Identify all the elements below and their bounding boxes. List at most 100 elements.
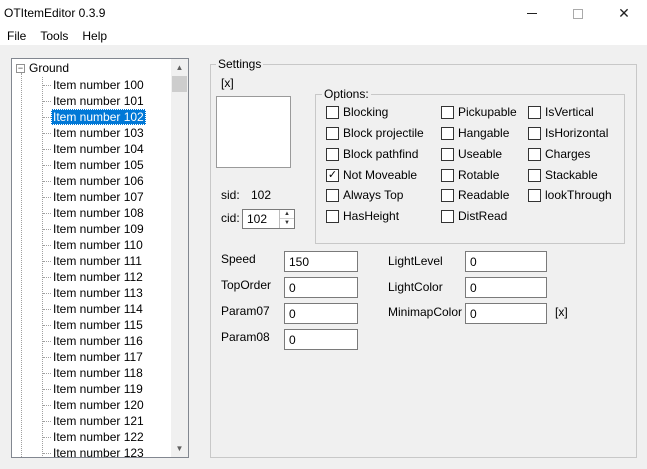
tree-node-ground[interactable]: − Ground [16, 61, 69, 75]
option-hangable[interactable]: Hangable [441, 126, 509, 140]
checkbox-rotable[interactable] [441, 168, 454, 182]
tree-item-label: Item number 100 [53, 78, 144, 92]
checkbox-isvertical[interactable] [528, 105, 541, 119]
toporder-input[interactable]: 0 [284, 277, 358, 298]
close-button[interactable]: ✕ [601, 0, 647, 27]
tree-guide-line [43, 309, 51, 310]
tree-item[interactable]: Item number 116 [12, 333, 172, 349]
param08-input[interactable]: 0 [284, 329, 358, 350]
tree-item[interactable]: Item number 123 [12, 445, 172, 458]
cid-stepper[interactable]: 102 ▲ ▼ [242, 209, 295, 229]
tree-item[interactable]: Item number 109 [12, 221, 172, 237]
checkbox-stackable[interactable] [528, 168, 541, 182]
option-pickupable[interactable]: Pickupable [441, 105, 517, 119]
option-readable[interactable]: Readable [441, 188, 509, 202]
tree-item-label: Item number 113 [53, 286, 143, 300]
checkbox-always-top[interactable] [326, 188, 339, 202]
lightcolor-label: LightColor [388, 280, 443, 294]
lightlevel-input[interactable]: 0 [465, 251, 547, 272]
tree-item[interactable]: Item number 105 [12, 157, 172, 173]
checkbox-readable[interactable] [441, 188, 454, 202]
item-tree[interactable]: − Ground Item number 100 Item number 101 I… [11, 58, 189, 458]
tree-item[interactable]: Item number 115 [12, 317, 172, 333]
tree-guide-line [43, 437, 51, 438]
option-lookthrough[interactable]: lookThrough [528, 188, 612, 202]
tree-item-label: Item number 123 [53, 446, 144, 458]
tree-guide-line [43, 389, 51, 390]
option-label: Hangable [458, 126, 510, 140]
tree-item[interactable]: Item number 111 [12, 253, 172, 269]
scroll-down-button[interactable]: ▼ [171, 440, 188, 457]
checkbox-lookthrough[interactable] [528, 188, 541, 202]
checkbox-blocking[interactable] [326, 105, 339, 119]
checkbox-distread[interactable] [441, 209, 454, 223]
tree-item-label: Item number 109 [53, 222, 144, 236]
tree-item[interactable]: Item number 113 [12, 285, 172, 301]
tree-item[interactable]: Item number 102 [12, 109, 172, 125]
option-not-moveable[interactable]: ✓ Not Moveable [326, 168, 417, 182]
param07-input[interactable]: 0 [284, 303, 358, 324]
tree-item[interactable]: Item number 112 [12, 269, 172, 285]
scroll-up-button[interactable]: ▲ [171, 59, 188, 76]
tree-item[interactable]: Item number 104 [12, 141, 172, 157]
tree-guide-line [43, 213, 51, 214]
minimapcolor-value: 0 [470, 307, 477, 321]
minimize-button[interactable] [509, 0, 555, 27]
tree-item-label: Item number 114 [53, 302, 143, 316]
tree-item[interactable]: Item number 121 [12, 413, 172, 429]
tree-item[interactable]: Item number 108 [12, 205, 172, 221]
tree-item[interactable]: Item number 120 [12, 397, 172, 413]
option-label: Not Moveable [343, 168, 418, 182]
tree-item[interactable]: Item number 100 [12, 77, 172, 93]
scroll-thumb[interactable] [172, 76, 187, 92]
tree-item[interactable]: Item number 101 [12, 93, 172, 109]
preview-toggle[interactable]: [x] [221, 76, 234, 90]
menu-help[interactable]: Help [75, 27, 114, 45]
option-always-top[interactable]: Always Top [326, 188, 403, 202]
option-isvertical[interactable]: IsVertical [528, 105, 594, 119]
tree-item[interactable]: Item number 122 [12, 429, 172, 445]
option-block-pathfind[interactable]: Block pathfind [326, 147, 418, 161]
tree-item[interactable]: Item number 119 [12, 381, 172, 397]
tree-item[interactable]: Item number 118 [12, 365, 172, 381]
spin-up-icon[interactable]: ▲ [280, 210, 294, 219]
checkbox-hasheight[interactable] [326, 209, 339, 223]
checkbox-block-pathfind[interactable] [326, 147, 339, 161]
tree-guide-line [43, 277, 51, 278]
option-rotable[interactable]: Rotable [441, 168, 499, 182]
menu-tools[interactable]: Tools [33, 27, 75, 45]
tree-item[interactable]: Item number 107 [12, 189, 172, 205]
option-stackable[interactable]: Stackable [528, 168, 598, 182]
tree-scrollbar[interactable]: ▲ ▼ [171, 59, 188, 457]
checkbox-charges[interactable] [528, 147, 541, 161]
checkbox-block-projectile[interactable] [326, 126, 339, 140]
cid-spin-buttons[interactable]: ▲ ▼ [279, 210, 294, 228]
checkbox-useable[interactable] [441, 147, 454, 161]
tree-guide-line [43, 197, 51, 198]
option-distread[interactable]: DistRead [441, 209, 507, 223]
tree-item[interactable]: Item number 114 [12, 301, 172, 317]
checkbox-hangable[interactable] [441, 126, 454, 140]
option-charges[interactable]: Charges [528, 147, 590, 161]
tree-item[interactable]: Item number 103 [12, 125, 172, 141]
minimap-color-toggle[interactable]: [x] [555, 305, 568, 319]
collapse-icon[interactable]: − [16, 63, 25, 73]
spin-down-icon[interactable]: ▼ [280, 219, 294, 228]
menu-file[interactable]: File [0, 27, 33, 45]
maximize-button[interactable] [555, 0, 601, 27]
option-hasheight[interactable]: HasHeight [326, 209, 399, 223]
speed-input[interactable]: 150 [284, 251, 358, 272]
checkbox-not-moveable[interactable]: ✓ [326, 168, 339, 182]
option-blocking[interactable]: Blocking [326, 105, 388, 119]
lightcolor-input[interactable]: 0 [465, 277, 547, 298]
checkbox-pickupable[interactable] [441, 105, 454, 119]
tree-item[interactable]: Item number 117 [12, 349, 172, 365]
option-ishorizontal[interactable]: IsHorizontal [528, 126, 608, 140]
tree-item-label: Item number 102 [51, 109, 146, 125]
minimapcolor-input[interactable]: 0 [465, 303, 547, 324]
option-useable[interactable]: Useable [441, 147, 502, 161]
tree-item[interactable]: Item number 106 [12, 173, 172, 189]
checkbox-ishorizontal[interactable] [528, 126, 541, 140]
option-block-projectile[interactable]: Block projectile [326, 126, 424, 140]
tree-item[interactable]: Item number 110 [12, 237, 172, 253]
